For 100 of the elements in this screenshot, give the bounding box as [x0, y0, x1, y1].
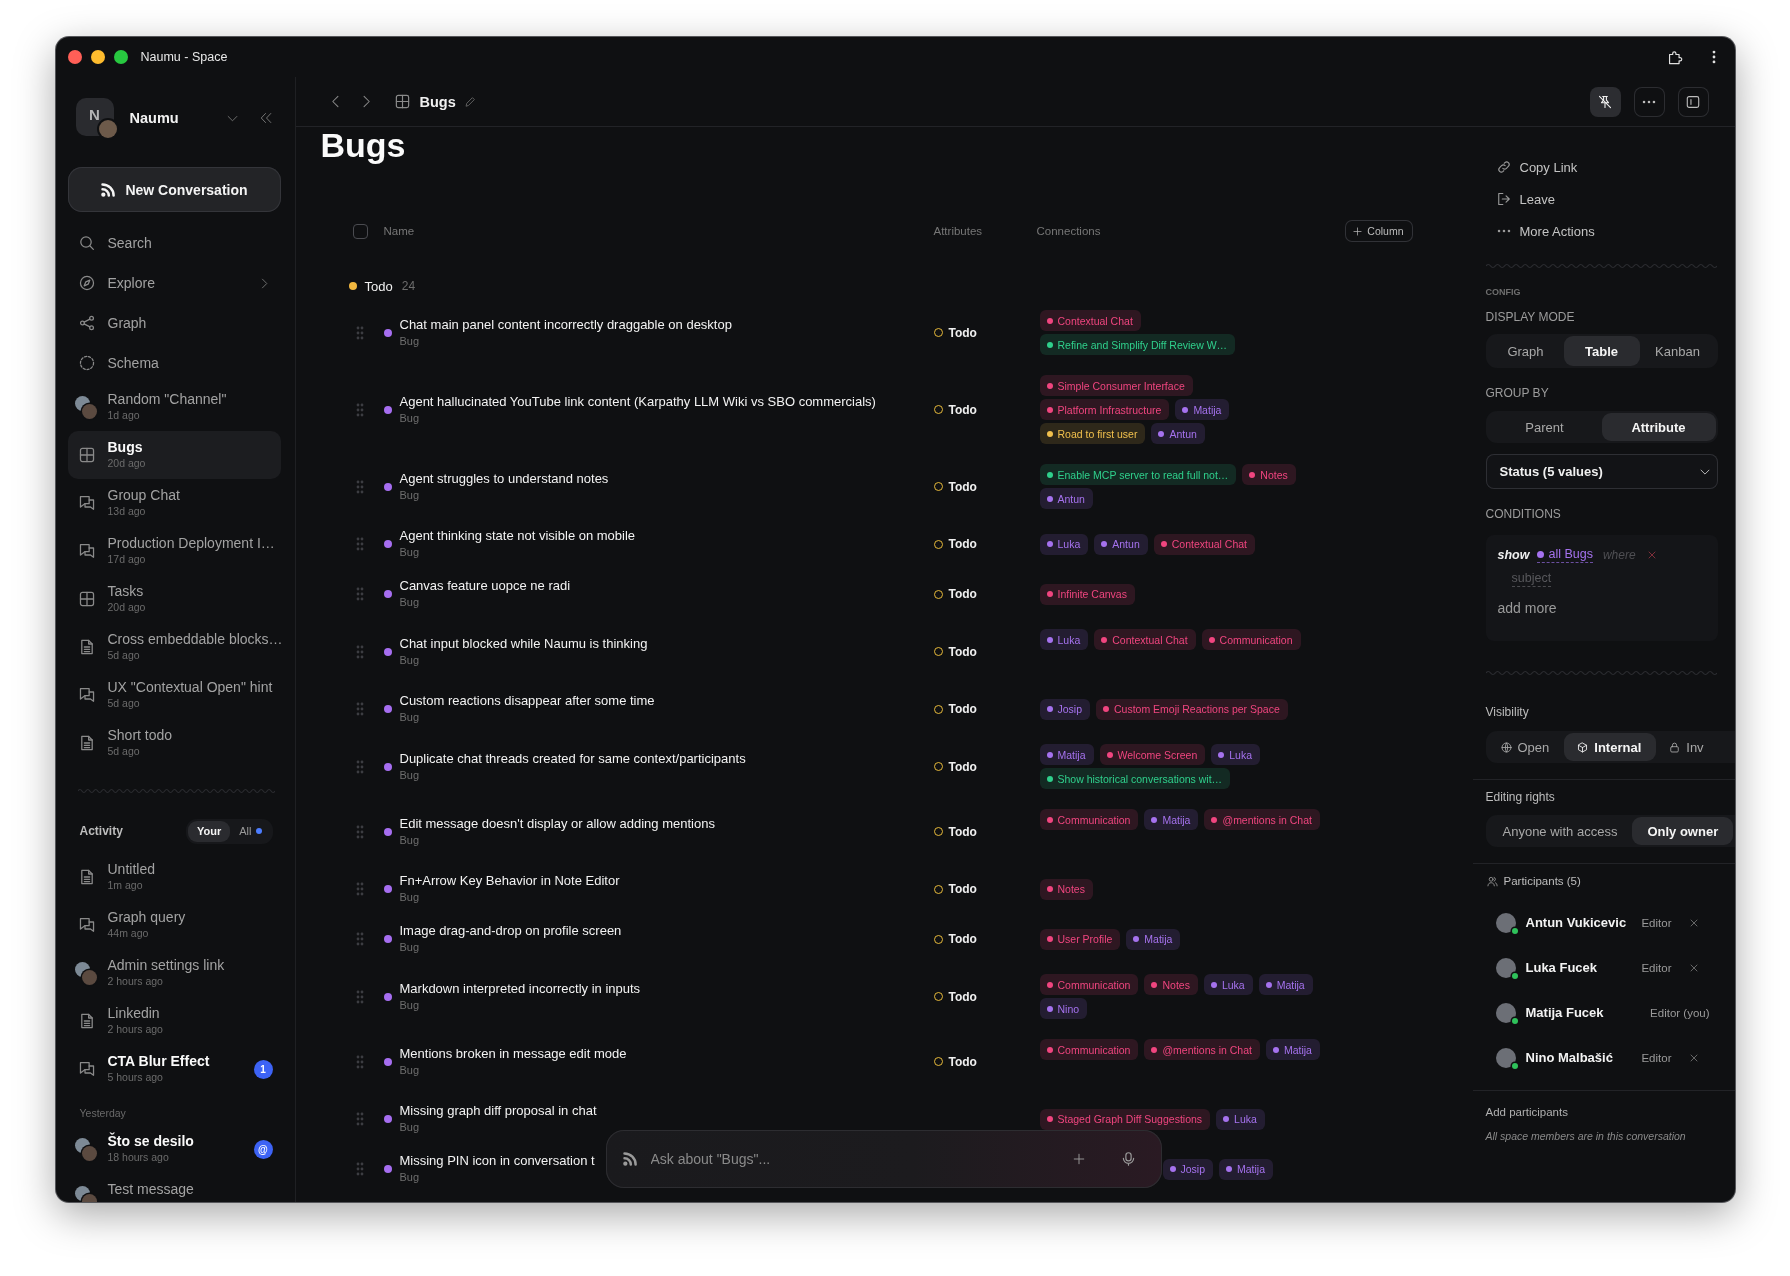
connection-tag[interactable]: Notes: [1039, 878, 1093, 900]
row-title[interactable]: Edit message doesn't display or allow adding mentions: [399, 815, 715, 832]
conversation-item[interactable]: Cross embeddable blocks… 5d ago: [67, 623, 281, 671]
drag-handle-icon[interactable]: [355, 1054, 364, 1069]
conversation-item[interactable]: Group Chat 13d ago: [67, 479, 281, 527]
connection-tag[interactable]: Matija: [1175, 399, 1230, 420]
remove-icon[interactable]: [1689, 963, 1698, 972]
drag-handle-icon[interactable]: [355, 702, 364, 716]
row-title[interactable]: Image drag-and-drop on profile screen: [399, 923, 622, 939]
drag-handle-icon[interactable]: [355, 325, 364, 340]
zoom-window-button[interactable]: [113, 50, 128, 64]
participant-role[interactable]: Editor: [1641, 961, 1672, 974]
row-title[interactable]: Duplicate chat threads created for same context/participants: [399, 750, 746, 767]
connection-tag[interactable]: Antun: [1039, 488, 1093, 509]
condition-subject[interactable]: all Bugs: [1537, 547, 1593, 563]
segment-option[interactable]: Internal: [1564, 733, 1657, 761]
action-link[interactable]: More Actions: [1485, 215, 1718, 247]
connection-tag[interactable]: Communication: [1201, 629, 1301, 650]
drag-handle-icon[interactable]: [355, 932, 364, 946]
connection-tag[interactable]: @mentions in Chat: [1204, 809, 1320, 830]
connection-tag[interactable]: Matija: [1126, 928, 1181, 950]
row-title[interactable]: Missing graph diff proposal in chat: [399, 1103, 597, 1119]
select-all-checkbox[interactable]: [352, 223, 368, 239]
activity-item[interactable]: Linkedin 2 hours ago: [67, 997, 281, 1045]
connection-tag[interactable]: Communication: [1039, 1039, 1139, 1060]
participant-role[interactable]: Editor: [1641, 916, 1672, 929]
connection-tag[interactable]: Contextual Chat: [1094, 629, 1196, 650]
activity-item[interactable]: Test message: [67, 1173, 281, 1202]
connection-tag[interactable]: Simple Consumer Interface: [1039, 375, 1193, 396]
activity-item[interactable]: Untitled 1m ago: [67, 853, 281, 901]
conversation-item[interactable]: Random "Channel" 1d ago: [67, 383, 281, 431]
nav-item[interactable]: Search: [67, 223, 281, 263]
connection-tag[interactable]: Josip: [1039, 698, 1090, 720]
drag-handle-icon[interactable]: [355, 759, 364, 774]
status-label[interactable]: Todo: [948, 882, 977, 896]
remove-icon[interactable]: [1689, 1053, 1698, 1062]
add-condition-button[interactable]: add more: [1497, 600, 1557, 616]
more-button[interactable]: [1633, 86, 1665, 117]
connection-tag[interactable]: Show historical conversations wit…: [1039, 768, 1231, 789]
minimize-window-button[interactable]: [90, 50, 105, 64]
status-label[interactable]: Todo: [948, 479, 977, 494]
conversation-item[interactable]: Bugs 20d ago: [67, 431, 281, 479]
filter-tab[interactable]: All: [230, 820, 271, 842]
row-title[interactable]: Mentions broken in message edit mode: [399, 1045, 627, 1062]
connection-tag[interactable]: Luka: [1039, 533, 1089, 555]
pin-button[interactable]: [1589, 86, 1621, 117]
connection-tag[interactable]: Infinite Canvas: [1039, 583, 1135, 605]
drag-handle-icon[interactable]: [355, 882, 364, 896]
close-window-button[interactable]: [67, 50, 82, 64]
microphone-icon[interactable]: [1120, 1151, 1136, 1167]
drag-handle-icon[interactable]: [355, 479, 364, 494]
connection-tag[interactable]: Refine and Simplify Diff Review W…: [1039, 334, 1236, 355]
segment-option[interactable]: Inv: [1656, 733, 1719, 761]
drag-handle-icon[interactable]: [355, 824, 364, 839]
drag-handle-icon[interactable]: [355, 1112, 364, 1126]
connection-tag[interactable]: Nino: [1039, 998, 1088, 1019]
row-title[interactable]: Fn+Arrow Key Behavior in Note Editor: [399, 873, 620, 889]
connection-tag[interactable]: Enable MCP server to read full not…: [1039, 464, 1237, 485]
connection-tag[interactable]: Matija: [1144, 809, 1199, 830]
drag-handle-icon[interactable]: [355, 644, 364, 659]
row-title[interactable]: Markdown interpreted incorrectly in inputs: [399, 980, 641, 997]
breadcrumb-title[interactable]: Bugs: [419, 93, 456, 110]
status-label[interactable]: Todo: [948, 702, 977, 716]
connection-tag[interactable]: Antun: [1094, 533, 1148, 555]
chat-input[interactable]: Ask about "Bugs"...: [650, 1147, 1053, 1171]
status-label[interactable]: Todo: [948, 989, 977, 1004]
drag-handle-icon[interactable]: [355, 587, 364, 601]
connection-tag[interactable]: Luka: [1039, 629, 1089, 650]
segment-option[interactable]: Parent: [1487, 413, 1602, 441]
status-label[interactable]: Todo: [948, 1054, 977, 1069]
row-title[interactable]: Chat input blocked while Naumu is thinking: [399, 635, 648, 652]
activity-item[interactable]: Admin settings link 2 hours ago: [67, 949, 281, 997]
row-title[interactable]: Canvas feature uopce ne radi: [399, 578, 571, 594]
row-title[interactable]: Agent thinking state not visible on mobile: [399, 528, 636, 544]
activity-item[interactable]: Što se desilo 18 hours ago @: [67, 1125, 281, 1173]
row-title[interactable]: Chat main panel content incorrectly draggable on desktop: [399, 316, 732, 333]
connection-tag[interactable]: Matija: [1039, 744, 1094, 765]
segment-option[interactable]: Table: [1563, 336, 1640, 366]
connection-tag[interactable]: Staged Graph Diff Suggestions: [1039, 1108, 1211, 1130]
new-conversation-button[interactable]: New Conversation: [67, 167, 281, 212]
connection-tag[interactable]: Matija: [1219, 1158, 1274, 1180]
workspace-name[interactable]: Naumu: [129, 110, 179, 126]
conversation-item[interactable]: Short todo 5d ago: [67, 719, 281, 767]
status-label[interactable]: Todo: [948, 644, 977, 659]
row-title[interactable]: Agent struggles to understand notes: [399, 470, 609, 487]
status-label[interactable]: Todo: [948, 759, 977, 774]
conversation-item[interactable]: UX "Contextual Open" hint 5d ago: [67, 671, 281, 719]
segment-option[interactable]: Kanban: [1639, 336, 1716, 366]
plus-icon[interactable]: [1072, 1153, 1085, 1165]
connection-tag[interactable]: Custom Emoji Reactions per Space: [1096, 698, 1288, 720]
status-label[interactable]: Todo: [948, 587, 977, 601]
nav-item[interactable]: Graph: [67, 303, 281, 343]
activity-item[interactable]: CTA Blur Effect 5 hours ago 1: [67, 1045, 281, 1093]
action-link[interactable]: Leave: [1485, 183, 1718, 215]
segment-option[interactable]: Open: [1487, 733, 1565, 761]
filter-tab[interactable]: Your: [188, 820, 231, 842]
nav-item[interactable]: Schema: [67, 343, 281, 383]
connection-tag[interactable]: User Profile: [1039, 928, 1121, 950]
connection-tag[interactable]: Luka: [1211, 744, 1261, 765]
connection-tag[interactable]: Matija: [1265, 1039, 1320, 1060]
